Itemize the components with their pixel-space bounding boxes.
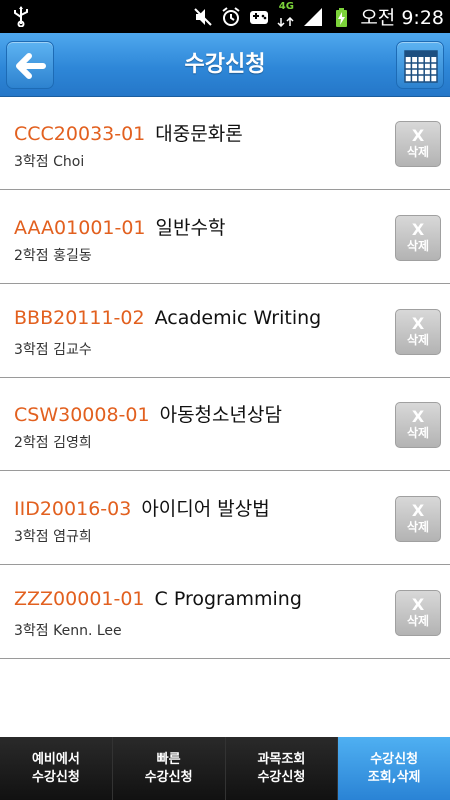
course-code: CSW30008-01: [14, 404, 150, 426]
course-credits: 3학점: [14, 342, 49, 358]
course-row[interactable]: CSW30008-01 아동청소년상담 2학점 김영희 X 삭제: [0, 378, 450, 471]
tab-label-line1: 수강신청: [370, 751, 419, 767]
tab-registration-view-delete[interactable]: 수강신청 조회,삭제: [338, 737, 450, 800]
tab-quick-registration[interactable]: 빠른 수강신청: [112, 737, 226, 800]
tab-label-line1: 예비에서: [31, 751, 80, 767]
course-professor: Kenn. Lee: [53, 623, 122, 639]
course-details: 2학점 홍길동: [14, 245, 92, 265]
delete-label: 삭제: [406, 520, 430, 534]
delete-button[interactable]: X 삭제: [395, 590, 441, 636]
calendar-icon: [404, 50, 438, 83]
4g-data-icon: 4G: [276, 2, 296, 31]
course-title: CSW30008-01 아동청소년상담: [14, 400, 282, 427]
course-title: BBB20111-02 Academic Writing: [14, 307, 321, 329]
course-name: 일반수학: [155, 217, 226, 239]
tab-label-line2: 수강신청: [144, 769, 193, 785]
course-professor: 김교수: [53, 342, 92, 358]
course-code: ZZZ00001-01: [14, 588, 145, 610]
delete-button[interactable]: X 삭제: [395, 121, 441, 167]
course-name: Academic Writing: [154, 307, 322, 329]
delete-x-icon: X: [411, 126, 425, 145]
course-professor: Choi: [53, 154, 85, 170]
course-professor: 김영희: [53, 435, 92, 451]
bottom-tab-bar: 예비에서 수강신청 빠른 수강신청 과목조회 수강신청 수강신청 조회,삭제: [0, 737, 450, 800]
tab-label-line1: 빠른: [156, 751, 181, 767]
delete-button[interactable]: X 삭제: [395, 402, 441, 448]
delete-label: 삭제: [406, 333, 430, 347]
delete-x-icon: X: [411, 407, 425, 426]
course-row[interactable]: AAA01001-01 일반수학 2학점 홍길동 X 삭제: [0, 191, 450, 284]
course-code: AAA01001-01: [14, 217, 146, 239]
delete-x-icon: X: [411, 501, 425, 520]
calendar-button[interactable]: [396, 41, 444, 89]
delete-x-icon: X: [411, 314, 425, 333]
tab-label-line2: 수강신청: [31, 769, 80, 785]
battery-icon: [336, 7, 348, 27]
course-credits: 3학점: [14, 529, 49, 545]
delete-x-icon: X: [411, 220, 425, 239]
course-row[interactable]: IID20016-03 아이디어 발상법 3학점 염규희 X 삭제: [0, 472, 450, 565]
course-row[interactable]: CCC20033-01 대중문화론 3학점 Choi X 삭제: [0, 97, 450, 190]
course-details: 3학점 염규희: [14, 526, 92, 546]
course-details: 3학점 Choi: [14, 151, 84, 171]
course-credits: 3학점: [14, 623, 49, 639]
signal-icon: [304, 7, 323, 26]
course-credits: 2학점: [14, 435, 49, 451]
page-title: 수강신청: [184, 52, 266, 77]
alarm-icon: [222, 6, 240, 26]
course-details: 3학점 김교수: [14, 339, 92, 359]
course-name: 아이디어 발상법: [141, 498, 270, 520]
course-list: CCC20033-01 대중문화론 3학점 Choi X 삭제 AAA01001-…: [0, 97, 450, 800]
mute-icon: [194, 7, 213, 26]
course-name: C Programming: [154, 588, 302, 610]
course-code: BBB20111-02: [14, 307, 145, 329]
delete-button[interactable]: X 삭제: [395, 309, 441, 355]
course-credits: 3학점: [14, 154, 49, 170]
delete-label: 삭제: [406, 614, 430, 628]
delete-label: 삭제: [406, 239, 430, 253]
back-button[interactable]: [6, 41, 54, 89]
delete-button[interactable]: X 삭제: [395, 496, 441, 542]
course-name: 아동청소년상담: [159, 404, 282, 426]
course-details: 2학점 김영희: [14, 432, 92, 452]
course-details: 3학점 Kenn. Lee: [14, 620, 122, 640]
delete-label: 삭제: [406, 426, 430, 440]
delete-x-icon: X: [411, 595, 425, 614]
game-icon: [250, 10, 269, 24]
title-bar: 수강신청: [0, 33, 450, 97]
delete-label: 삭제: [406, 145, 430, 159]
course-code: IID20016-03: [14, 498, 132, 520]
course-name: 대중문화론: [155, 123, 243, 145]
course-title: IID20016-03 아이디어 발상법: [14, 494, 270, 521]
course-title: CCC20033-01 대중문화론: [14, 119, 243, 146]
course-credits: 2학점: [14, 248, 49, 264]
course-code: CCC20033-01: [14, 123, 146, 145]
course-professor: 홍길동: [53, 248, 92, 264]
back-arrow-icon: [16, 53, 46, 79]
course-professor: 염규희: [53, 529, 92, 545]
tab-label-line2: 조회,삭제: [367, 769, 421, 785]
course-row[interactable]: BBB20111-02 Academic Writing 3학점 김교수 X 삭제: [0, 285, 450, 378]
delete-button[interactable]: X 삭제: [395, 215, 441, 261]
tab-preregistration[interactable]: 예비에서 수강신청: [0, 737, 113, 800]
course-title: AAA01001-01 일반수학: [14, 213, 225, 240]
network-type: 4G: [278, 1, 294, 12]
tab-label-line1: 과목조회: [257, 751, 306, 767]
course-row[interactable]: ZZZ00001-01 C Programming 3학점 Kenn. Lee X…: [0, 566, 450, 659]
tab-label-line2: 수강신청: [257, 769, 306, 785]
usb-icon: [14, 6, 28, 27]
status-bar: 4G 오전 9:28: [0, 0, 450, 33]
clock: 오전 9:28: [360, 7, 444, 29]
tab-course-search[interactable]: 과목조회 수강신청: [225, 737, 339, 800]
course-title: ZZZ00001-01 C Programming: [14, 588, 302, 610]
